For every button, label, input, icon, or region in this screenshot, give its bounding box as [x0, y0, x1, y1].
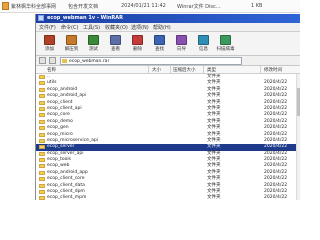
file-row[interactable]: ecop_client_mpm 文件夹 2020/4/22 [36, 195, 300, 200]
info-label: 信息 [199, 47, 208, 52]
menu-tools[interactable]: 工具(S) [83, 24, 100, 31]
find-label: 查找 [155, 47, 164, 52]
col-size[interactable]: 大小 [152, 67, 161, 73]
folder-icon [39, 113, 45, 118]
test-icon [88, 35, 99, 45]
delete-label: 删除 [133, 47, 142, 52]
vertical-scrollbar[interactable] [296, 74, 300, 200]
folder-icon [39, 190, 45, 195]
address-bar: ecop_webman.rar [36, 56, 300, 66]
virus-scan-icon [220, 35, 231, 45]
archive-root-button[interactable] [49, 57, 56, 64]
test-label: 测试 [89, 47, 98, 52]
delete-button[interactable]: 删除 [127, 34, 146, 54]
virus-scan-label: 扫描病毒 [216, 47, 235, 52]
extract-icon [66, 35, 77, 45]
view-icon [110, 35, 121, 45]
file-date: 2020/4/22 [264, 195, 288, 200]
info-button[interactable]: 信息 [193, 34, 212, 54]
col-divider[interactable] [260, 66, 261, 74]
folder-icon [39, 75, 45, 79]
delete-icon [132, 35, 143, 45]
file-name: ecop_client_mpm [47, 195, 87, 200]
menu-help[interactable]: 帮助(H) [153, 24, 171, 31]
add-button[interactable]: 添加 [39, 34, 58, 54]
window-title: ecop_webman 1v - WinRAR [47, 15, 123, 21]
scrollbar-thumb[interactable] [297, 88, 300, 116]
folder-icon [39, 170, 45, 175]
header-date: 2024/01/21 11:42 [121, 3, 166, 9]
menu-favorites[interactable]: 收藏夹(O) [105, 24, 128, 31]
folder-icon [39, 81, 45, 86]
wizard-label: 向导 [177, 47, 186, 52]
folder-icon [39, 164, 45, 169]
wizard-button[interactable]: 向导 [171, 34, 190, 54]
find-button[interactable]: 查找 [149, 34, 168, 54]
view-label: 查看 [111, 47, 120, 52]
view-button[interactable]: 查看 [105, 34, 124, 54]
header-tab[interactable]: 包含开发文档 [68, 3, 98, 10]
toolbar: 添加 解压到 测试 查看 删除 查找 向导 信息 扫描病毒 [36, 32, 300, 56]
info-icon [198, 35, 209, 45]
top-header-strip: 紫林枫华科全部事网 包含开发文档 2024/01/21 11:42 Winrar… [0, 0, 300, 13]
folder-icon [39, 145, 45, 150]
column-header: 名称 大小 压缩后大小 类型 修改时间 [36, 66, 300, 74]
app-name: 紫林枫华科全部事网 [11, 4, 57, 10]
col-type[interactable]: 类型 [207, 67, 216, 73]
find-icon [154, 35, 165, 45]
menu-options[interactable]: 选项(N) [131, 24, 149, 31]
col-name[interactable]: 名称 [47, 67, 56, 73]
folder-icon [39, 177, 45, 182]
file-list: .. 文件夹 utils 文件夹 2020/4/22 ecop_android 文件夹 202… [36, 74, 300, 200]
folder-icon [39, 94, 45, 99]
folder-icon [39, 119, 45, 124]
folder-icon [39, 132, 45, 137]
folder-icon [39, 87, 45, 92]
col-divider[interactable] [148, 66, 149, 74]
menu-file[interactable]: 文件(F) [39, 24, 56, 31]
folder-icon [39, 183, 45, 188]
add-label: 添加 [45, 47, 54, 52]
col-modified[interactable]: 修改时间 [264, 67, 282, 73]
file-type: 文件夹 [207, 195, 221, 200]
folder-icon [39, 151, 45, 156]
winrar-icon [38, 15, 44, 21]
extract-to-label: 解压到 [64, 47, 79, 52]
folder-icon [39, 138, 45, 143]
col-packed[interactable]: 压缩后大小 [173, 67, 196, 73]
archive-path-icon [62, 59, 67, 63]
folder-icon [39, 100, 45, 105]
folder-icon [39, 158, 45, 163]
folder-icon [39, 106, 45, 111]
up-folder-button[interactable] [39, 57, 46, 64]
extract-to-button[interactable]: 解压到 [61, 34, 80, 54]
menu-bar: 文件(F) 命令(C) 工具(S) 收藏夹(O) 选项(N) 帮助(H) [36, 23, 300, 32]
winrar-window: ecop_webman 1v - WinRAR 文件(F) 命令(C) 工具(S… [35, 14, 300, 200]
address-text: ecop_webman.rar [69, 59, 110, 64]
menu-commands[interactable]: 命令(C) [61, 24, 78, 31]
header-info: Winrar文件 Disc… [177, 4, 221, 10]
folder-icon [39, 126, 45, 131]
col-divider[interactable] [203, 66, 204, 74]
header-size: 1 KB [251, 3, 263, 9]
address-input[interactable]: ecop_webman.rar [60, 57, 242, 65]
wizard-icon [176, 35, 187, 45]
screen: { "topbar": { "app_name": "紫林枫华科全部事网", "… [0, 0, 300, 200]
folder-icon [39, 196, 45, 200]
test-button[interactable]: 测试 [83, 34, 102, 54]
virus-scan-button[interactable]: 扫描病毒 [215, 34, 235, 54]
window-titlebar: ecop_webman 1v - WinRAR [36, 14, 300, 23]
archive-icon [2, 2, 9, 10]
add-icon [44, 35, 55, 45]
col-divider[interactable] [170, 66, 171, 74]
